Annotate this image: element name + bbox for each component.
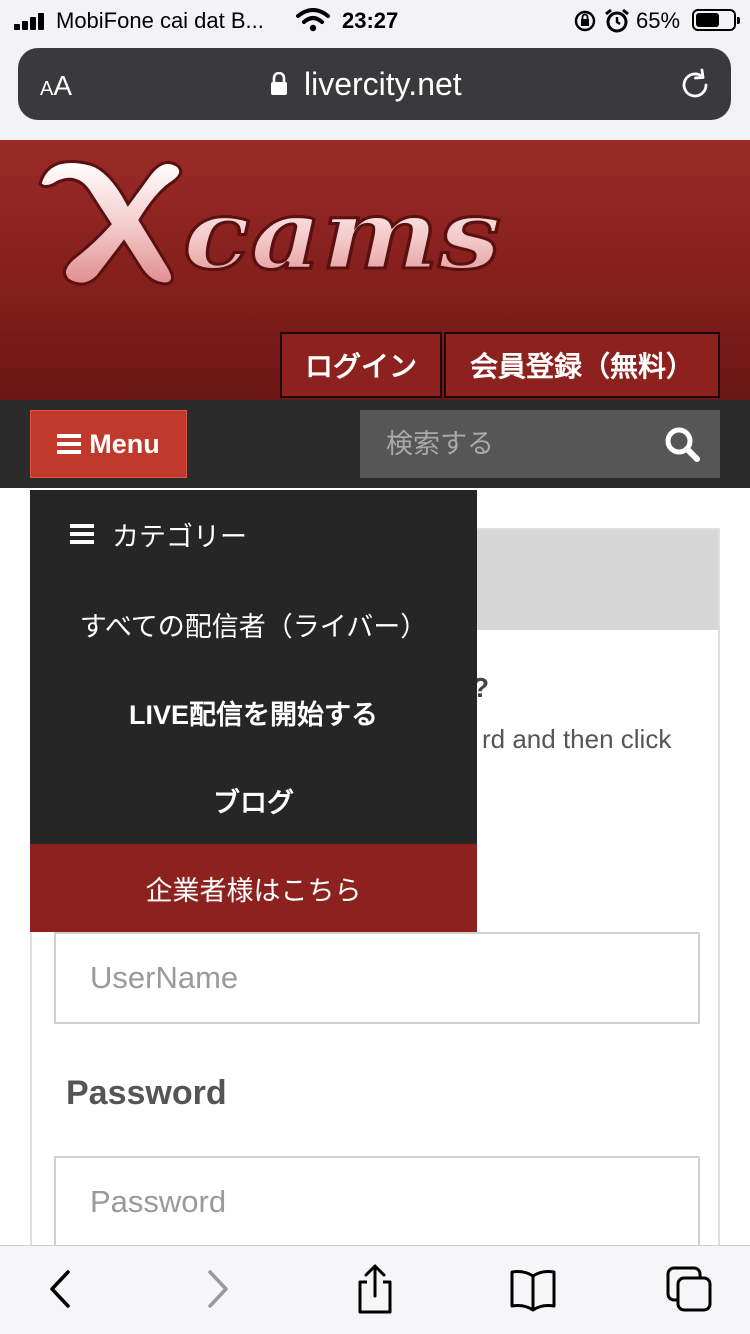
reload-icon[interactable] (678, 68, 712, 102)
tabs-icon[interactable] (664, 1264, 714, 1314)
clock: 23:27 (342, 8, 399, 33)
wifi-icon (296, 8, 330, 32)
category-label: カテゴリー (112, 521, 247, 552)
battery-icon (692, 9, 740, 31)
status-bar: MobiFone cai dat B... 23:27 65% (0, 0, 750, 40)
back-icon[interactable] (36, 1264, 86, 1314)
rotation-lock-icon (574, 10, 596, 32)
url-text[interactable]: livercity.net (304, 66, 462, 103)
instruction-text: rd and then click (482, 724, 672, 754)
address-bar[interactable]: AA livercity.net (18, 48, 731, 120)
register-button[interactable]: 会員登録（無料） (444, 332, 720, 398)
svg-text:cams: cams (183, 178, 501, 291)
menu-item-category[interactable]: カテゴリー (30, 490, 477, 578)
menu-item-start-live[interactable]: LIVE配信を開始する (30, 668, 477, 756)
lock-icon (271, 72, 287, 95)
hamburger-icon (57, 434, 82, 454)
text-size-button[interactable]: AA (40, 70, 72, 102)
browser-address-area: AA livercity.net (0, 40, 750, 140)
share-icon[interactable] (350, 1264, 400, 1314)
login-button[interactable]: ログイン (280, 332, 442, 398)
menu-button[interactable]: Menu (30, 410, 187, 478)
search-box (360, 410, 720, 478)
site-logo[interactable]: cams (28, 144, 508, 294)
search-input[interactable] (360, 410, 650, 478)
dropdown-menu: カテゴリー すべての配信者（ライバー） LIVE配信を開始する ブログ 企業者様… (30, 490, 477, 932)
battery-percentage: 65% (636, 8, 681, 33)
menu-item-corporate[interactable]: 企業者様はこちら (30, 844, 477, 932)
battery-level (696, 13, 720, 27)
carrier-name: MobiFone cai dat B... (56, 8, 264, 33)
signal-icon (14, 12, 50, 30)
site-header: cams ログイン 会員登録（無料） (0, 140, 750, 400)
menu-item-blog[interactable]: ブログ (30, 756, 477, 844)
search-icon[interactable] (664, 426, 700, 462)
username-input[interactable] (54, 932, 700, 1024)
bookmarks-icon[interactable] (508, 1264, 558, 1314)
browser-toolbar (0, 1245, 750, 1334)
password-input[interactable] (54, 1156, 700, 1248)
alarm-icon (605, 8, 629, 33)
menu-item-all-streamers[interactable]: すべての配信者（ライバー） (30, 580, 477, 668)
password-label: Password (66, 1074, 227, 1112)
list-icon (70, 524, 94, 544)
menu-label: Menu (89, 428, 160, 459)
forward-icon[interactable] (192, 1264, 242, 1314)
nav-bar: Menu (0, 400, 750, 488)
